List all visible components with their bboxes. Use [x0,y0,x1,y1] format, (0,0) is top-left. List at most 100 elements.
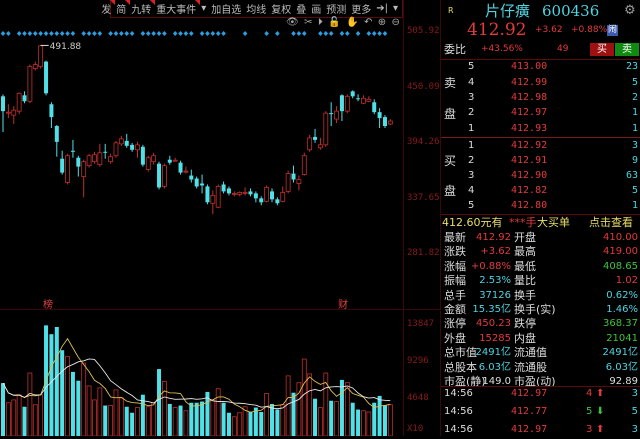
level-price: 412.99 [511,77,548,88]
volume-bar [231,416,237,436]
candle [76,155,81,177]
stats-row: 最新 412.92 开盘 410.00 [441,231,640,245]
volume-bar [161,381,167,436]
candle-body [151,155,157,163]
stat-label: 量比 [514,274,536,288]
candle-body [264,187,270,202]
candle-body [221,184,226,192]
buys-level-row[interactable]: 3 412.90 63 [441,168,640,183]
view-link[interactable]: 点击查看 [589,215,633,230]
candle-body [301,155,307,175]
price-axis-label: 337.65 [407,193,440,203]
volume-bar [65,356,70,436]
stat-value: 6.03亿 [478,361,511,373]
volume-bar [291,392,296,436]
sell-button[interactable]: 卖 [615,43,639,56]
level-price: 412.82 [511,185,548,196]
chart-divider-vertical [403,0,404,436]
candle [81,159,87,198]
sells-level-row[interactable]: 5 413.00 23 [441,59,640,74]
stat-label: 最高 [514,245,536,259]
candle [215,184,221,209]
volume-bar [313,398,318,436]
signal-diamond [43,31,49,36]
candle [103,143,108,159]
volume-bar [97,387,103,436]
tick-count: 5 [631,406,638,417]
gear-icon[interactable]: ⚙ [624,2,636,20]
candle [344,94,350,114]
volume-bar [103,405,108,436]
buys-level-row[interactable]: 1 412.92 3 [441,138,640,153]
kline-chart[interactable]: 491.88 [0,0,403,436]
volume-bar [339,379,344,436]
volume-bar [329,400,334,436]
signal-diamond [81,31,86,36]
candle-body [285,173,291,192]
r-badge: R [448,6,454,15]
candle-body [226,188,231,194]
price-row: 412.92 +3.62 +0.88% 闹 [441,20,640,40]
candle-body [11,109,17,116]
candle [11,106,17,125]
buys-level-row[interactable]: 5 412.80 1 [441,198,640,213]
buy-button[interactable]: 买 [590,43,614,56]
level-number: 4 [468,185,475,196]
big-order-row[interactable]: 412.60元有 ***手 大买单 点击查看 [441,215,640,230]
candle [124,133,129,148]
volume-bar [151,402,157,436]
candle-body [65,155,70,183]
stat-value: +0.88% [470,260,511,272]
buys-level-row[interactable]: 4 412.82 5 [441,183,640,198]
buys-level-row[interactable]: 2 412.91 9 [441,153,640,168]
weicha-value: 49 [557,44,569,54]
level-price: 412.90 [511,170,548,181]
stock-code: 600436 [542,2,600,20]
tick-volume: 3 [586,424,593,435]
stat-label: 内盘 [514,331,536,345]
candle [270,188,274,203]
event-marker[interactable]: 财 [338,296,348,311]
stat-label: 外盘 [444,331,466,345]
volume-bar [194,402,199,436]
candle [65,153,70,185]
sells-level-row[interactable]: 1 412.93 1 [441,121,640,136]
candle-body [356,98,361,100]
alert-button[interactable]: 闹 [607,25,619,36]
candle-body [54,126,59,142]
candle-body [157,163,162,188]
candle-body [200,183,205,186]
level-volume: 1 [631,107,638,118]
candle [200,174,205,194]
signal-diamond [339,31,345,36]
price-change-pct: +0.88% [571,25,608,35]
event-marker[interactable]: 榜 [43,296,53,311]
stat-value: +3.62 [480,246,511,258]
level-number: 2 [468,155,475,166]
big-order-price: 412.60元有 [442,216,503,229]
volume-bar [221,402,226,436]
stat-value: 2491亿 [602,347,638,359]
candle [189,169,194,183]
volume-axis-label: 4648 [407,393,429,403]
sells-level-row[interactable]: 3 412.98 2 [441,90,640,105]
candle-body [377,112,382,119]
candle-body [172,159,178,162]
candle [318,137,323,150]
volume-bar [113,389,119,436]
candle [366,96,372,103]
candle [60,150,65,175]
sells-level-row[interactable]: 2 412.97 1 [441,105,640,120]
tick-time: 14:56 [444,406,473,417]
candle-body [60,158,65,173]
level-number: 1 [468,123,475,134]
level-volume: 2 [631,92,638,103]
volume-bar [130,412,135,436]
candle-body [103,151,108,153]
tick-row: 14:56 412.97 4 ⬆ 3 [441,385,640,403]
signal-diamond [291,31,296,36]
candle [372,99,377,115]
signal-diamond [301,31,307,36]
sells-level-row[interactable]: 4 412.99 5 [441,75,640,90]
candle [151,152,157,165]
